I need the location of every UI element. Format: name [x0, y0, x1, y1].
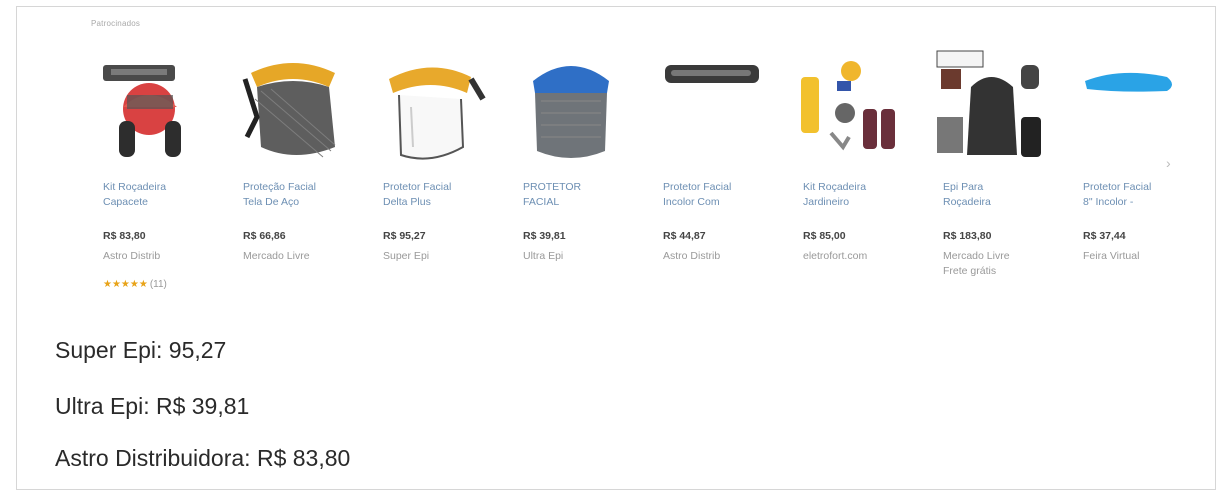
product-title[interactable]: Kit Roçadeira Jardineiro	[803, 180, 915, 212]
product-price: R$ 183,80	[943, 230, 992, 242]
rating-count: (11)	[149, 279, 167, 290]
blue-visor-image[interactable]	[1071, 47, 1191, 167]
product-seller: eletrofort.com	[803, 250, 868, 262]
ppe-kit-image[interactable]	[931, 47, 1051, 167]
product-title[interactable]: Proteção Facial Tela De Aço	[243, 180, 355, 212]
product-card[interactable]: Protetor Facial Incolor Com R$ 44,87 Ast…	[647, 43, 775, 303]
product-title[interactable]: Protetor Facial 8" Incolor -	[1083, 180, 1195, 212]
summary-line: Super Epi: 95,27	[55, 337, 227, 363]
summary-line: Ultra Epi: R$ 39,81	[55, 393, 250, 419]
product-title[interactable]: Kit Roçadeira Capacete	[103, 180, 215, 212]
blue-face-shield-image[interactable]	[511, 47, 631, 167]
product-card[interactable]: Protetor Facial Delta Plus R$ 95,27 Supe…	[367, 43, 495, 303]
product-card[interactable]: Kit Roçadeira Capacete R$ 83,80 Astro Di…	[87, 43, 215, 303]
product-seller: Mercado Livre	[243, 250, 310, 262]
product-title[interactable]: Epi Para Roçadeira	[943, 180, 1055, 212]
product-seller: Ultra Epi	[523, 250, 564, 262]
garden-kit-image[interactable]	[791, 47, 911, 167]
product-card[interactable]: Epi Para Roçadeira R$ 183,80 Mercado Liv…	[927, 43, 1055, 303]
product-title[interactable]: Protetor Facial Delta Plus	[383, 180, 495, 212]
product-price: R$ 95,27	[383, 230, 426, 242]
product-rating: ★★★★★ (11)	[103, 279, 167, 290]
product-price: R$ 37,44	[1083, 230, 1126, 242]
sponsored-products-panel: Patrocinados Kit Roçadeira Capacete R$ 8…	[16, 6, 1216, 490]
product-seller: Astro Distrib	[663, 250, 721, 262]
product-carousel: Kit Roçadeira Capacete R$ 83,80 Astro Di…	[87, 43, 1182, 303]
product-card[interactable]: Protetor Facial 8" Incolor - R$ 37,44 Fe…	[1067, 43, 1195, 303]
product-seller: Super Epi	[383, 250, 430, 262]
product-seller: Feira Virtual	[1083, 250, 1140, 262]
chevron-right-icon[interactable]: ›	[1166, 155, 1171, 171]
product-card[interactable]: Kit Roçadeira Jardineiro R$ 85,00 eletro…	[787, 43, 915, 303]
chainsaw-helmet-kit-image[interactable]	[91, 47, 211, 167]
product-card[interactable]: Proteção Facial Tela De Aço R$ 66,86 Mer…	[227, 43, 355, 303]
product-seller: Mercado Livre Frete grátis	[943, 250, 1010, 277]
visor-image[interactable]	[651, 47, 771, 167]
product-title[interactable]: Protetor Facial Incolor Com	[663, 180, 775, 212]
product-title[interactable]: PROTETOR FACIAL	[523, 180, 635, 212]
product-price: R$ 83,80	[103, 230, 146, 242]
product-price: R$ 85,00	[803, 230, 846, 242]
product-price: R$ 66,86	[243, 230, 286, 242]
product-seller: Astro Distrib	[103, 250, 161, 262]
product-card[interactable]: PROTETOR FACIAL R$ 39,81 Ultra Epi	[507, 43, 635, 303]
product-price: R$ 44,87	[663, 230, 706, 242]
product-price: R$ 39,81	[523, 230, 566, 242]
mesh-face-shield-image[interactable]	[231, 47, 351, 167]
summary-line: Astro Distribuidora: R$ 83,80	[55, 445, 351, 471]
sponsored-label: Patrocinados	[91, 19, 141, 28]
clear-face-shield-image[interactable]	[371, 47, 491, 167]
rating-stars: ★★★★★	[103, 279, 148, 290]
